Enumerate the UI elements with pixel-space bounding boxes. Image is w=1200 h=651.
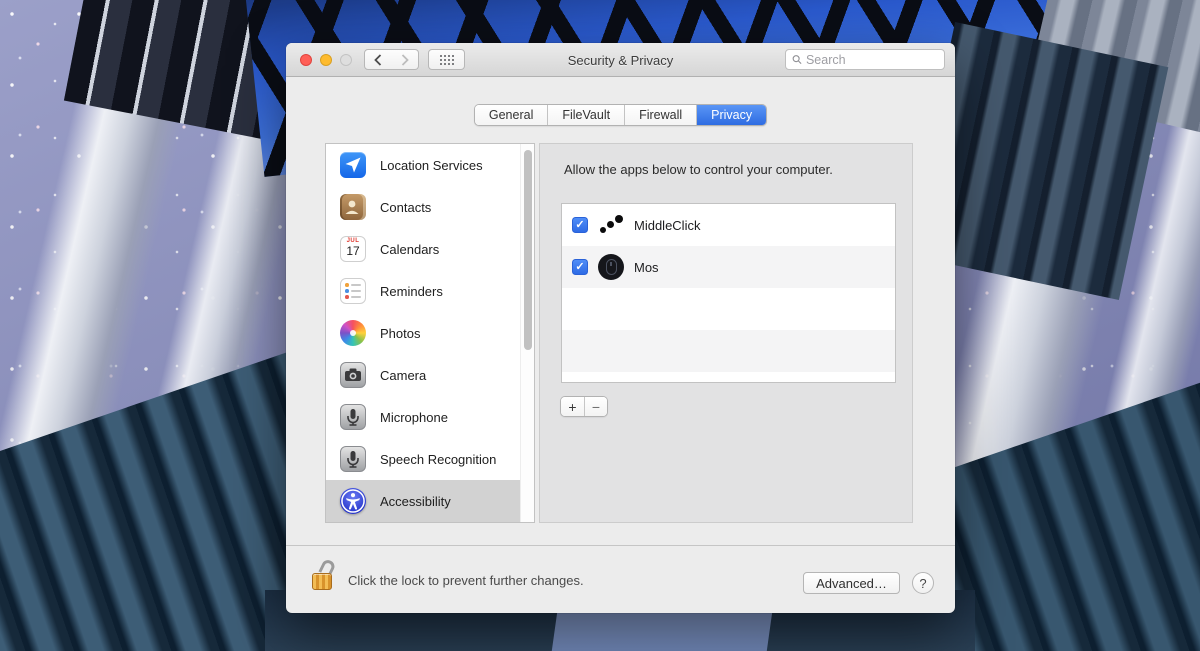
chevron-left-icon [374, 54, 382, 66]
back-button[interactable] [364, 49, 392, 70]
sidebar-item-location-services[interactable]: Location Services [326, 144, 534, 186]
grid-icon [439, 54, 454, 65]
security-privacy-window: Security & Privacy General FileVault [286, 43, 955, 613]
sidebar-item-reminders[interactable]: Reminders [326, 270, 534, 312]
footer-bar: Click the lock to prevent further change… [286, 545, 955, 613]
show-all-button[interactable] [428, 49, 465, 70]
forward-button[interactable] [391, 49, 419, 70]
sidebar-item-speech-recognition[interactable]: Speech Recognition [326, 438, 534, 480]
tab-bar: General FileVault Firewall Privacy [286, 104, 955, 126]
sidebar-item-label: Photos [380, 326, 420, 341]
search-field[interactable] [785, 49, 945, 70]
sidebar-item-calendars[interactable]: JUL 17 Calendars [326, 228, 534, 270]
sidebar-scrollbar[interactable] [520, 144, 534, 522]
allowed-apps-list: ✓ MiddleClick ✓ Mos [561, 203, 896, 383]
camera-icon [340, 362, 366, 388]
tab-filevault[interactable]: FileVault [548, 105, 625, 125]
photos-icon [340, 320, 366, 346]
tab-general[interactable]: General [475, 105, 548, 125]
tab-firewall[interactable]: Firewall [625, 105, 697, 125]
sidebar-item-label: Reminders [380, 284, 443, 299]
empty-row [562, 330, 895, 372]
location-services-icon [340, 152, 366, 178]
chevron-right-icon [401, 54, 409, 66]
app-name: Mos [634, 260, 659, 275]
sidebar-item-label: Accessibility [380, 494, 451, 509]
sidebar-scrollbar-thumb[interactable] [524, 150, 532, 350]
sidebar-item-label: Contacts [380, 200, 431, 215]
sidebar-item-label: Microphone [380, 410, 448, 425]
sidebar-item-label: Camera [380, 368, 426, 383]
privacy-category-list: Location Services Contacts JUL 17 Calend… [325, 143, 535, 523]
app-row-middleclick[interactable]: ✓ MiddleClick [562, 204, 895, 246]
advanced-button[interactable]: Advanced… [803, 572, 900, 594]
panel-header: Allow the apps below to control your com… [564, 162, 833, 177]
reminders-icon [340, 278, 366, 304]
speech-recognition-icon [340, 446, 366, 472]
close-button[interactable] [300, 54, 312, 66]
list-edit-buttons: + − [560, 396, 608, 417]
sidebar-item-accessibility[interactable]: Accessibility [326, 480, 534, 522]
app-name: MiddleClick [634, 218, 700, 233]
sidebar-item-camera[interactable]: Camera [326, 354, 534, 396]
minimize-button[interactable] [320, 54, 332, 66]
accessibility-icon [340, 488, 366, 514]
lock-hint-text: Click the lock to prevent further change… [348, 546, 584, 614]
middleclick-checkbox[interactable]: ✓ [572, 217, 588, 233]
remove-app-button[interactable]: − [584, 397, 607, 416]
zoom-button-disabled [340, 54, 352, 66]
sidebar-item-contacts[interactable]: Contacts [326, 186, 534, 228]
lock-icon[interactable] [312, 560, 338, 600]
desktop: Security & Privacy General FileVault [0, 0, 1200, 651]
tab-privacy[interactable]: Privacy [697, 105, 766, 125]
sidebar-item-label: Location Services [380, 158, 483, 173]
sidebar-item-label: Calendars [380, 242, 439, 257]
app-row-mos[interactable]: ✓ Mos [562, 246, 895, 288]
contacts-icon [340, 194, 366, 220]
accessibility-panel: Allow the apps below to control your com… [539, 143, 913, 523]
mos-checkbox[interactable]: ✓ [572, 259, 588, 275]
search-input[interactable] [806, 53, 938, 67]
empty-row [562, 288, 895, 330]
help-button[interactable]: ? [912, 572, 934, 594]
sidebar-item-label: Speech Recognition [380, 452, 496, 467]
microphone-icon [340, 404, 366, 430]
titlebar[interactable]: Security & Privacy [286, 43, 955, 77]
add-app-button[interactable]: + [561, 397, 584, 416]
search-icon [792, 54, 802, 65]
sidebar-item-photos[interactable]: Photos [326, 312, 534, 354]
mos-app-icon [598, 254, 624, 280]
calendars-icon: JUL 17 [340, 236, 366, 262]
sidebar-item-microphone[interactable]: Microphone [326, 396, 534, 438]
middleclick-app-icon [598, 212, 624, 238]
